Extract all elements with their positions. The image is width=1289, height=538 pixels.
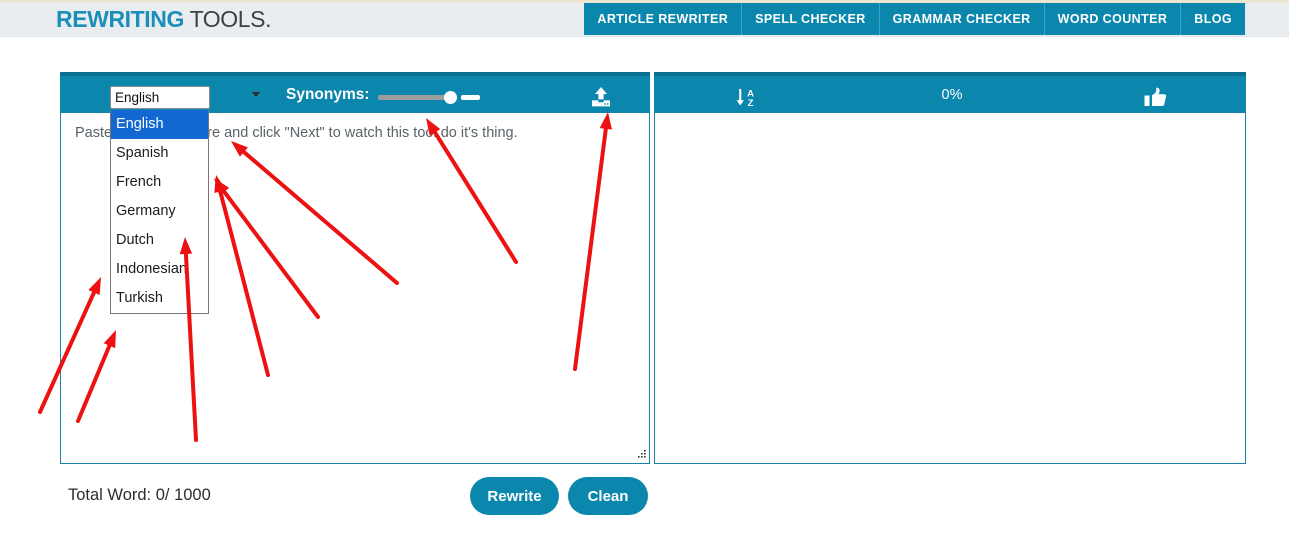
synonyms-slider[interactable] xyxy=(378,91,480,104)
synonyms-label: Synonyms: xyxy=(286,86,370,103)
textarea-resize-handle[interactable] xyxy=(634,448,647,461)
rewrite-button[interactable]: Rewrite xyxy=(470,477,559,515)
language-option-french[interactable]: French xyxy=(111,168,208,197)
synonyms-slider-thumb[interactable] xyxy=(444,91,457,104)
language-option-english[interactable]: English xyxy=(111,110,208,139)
nav-spell-checker[interactable]: SPELL CHECKER xyxy=(742,3,880,35)
page-root: REWRITING TOOLS. ARTICLE REWRITER SPELL … xyxy=(0,0,1289,538)
language-option-turkish[interactable]: Turkish xyxy=(111,284,208,313)
logo-primary-text: REWRITING xyxy=(56,6,184,32)
clean-button[interactable]: Clean xyxy=(568,477,648,515)
nav-blog[interactable]: BLOG xyxy=(1181,3,1245,35)
synonyms-slider-track-filled xyxy=(378,95,446,100)
language-option-spanish[interactable]: Spanish xyxy=(111,139,208,168)
output-panel: A Z 0% xyxy=(654,72,1246,464)
similarity-percent: 0% xyxy=(941,87,963,103)
language-option-dutch[interactable]: Dutch xyxy=(111,226,208,255)
synonyms-slider-track-remaining xyxy=(461,95,480,100)
main-navigation: ARTICLE REWRITER SPELL CHECKER GRAMMAR C… xyxy=(584,3,1245,35)
input-panel-toolbar: English Synonyms: xyxy=(60,72,650,112)
upload-icon[interactable] xyxy=(588,85,614,109)
output-panel-toolbar: A Z 0% xyxy=(654,72,1246,112)
nav-article-rewriter[interactable]: ARTICLE REWRITER xyxy=(584,3,743,35)
site-logo[interactable]: REWRITING TOOLS. xyxy=(56,6,272,33)
language-option-indonesian[interactable]: Indonesian xyxy=(111,255,208,284)
svg-text:Z: Z xyxy=(748,98,754,109)
thumbs-up-icon[interactable] xyxy=(1141,85,1169,109)
language-option-germany[interactable]: Germany xyxy=(111,197,208,226)
article-output-area[interactable] xyxy=(654,112,1246,464)
nav-word-counter[interactable]: WORD COUNTER xyxy=(1045,3,1182,35)
logo-secondary-text: TOOLS. xyxy=(184,6,272,32)
nav-grammar-checker[interactable]: GRAMMAR CHECKER xyxy=(880,3,1045,35)
chevron-down-icon xyxy=(252,92,260,97)
word-count-label: Total Word: 0/ 1000 xyxy=(68,486,211,504)
language-select[interactable]: English xyxy=(110,86,210,109)
sort-alpha-down-icon[interactable]: A Z xyxy=(733,85,759,109)
language-dropdown-list[interactable]: English Spanish French Germany Dutch Ind… xyxy=(110,110,209,314)
